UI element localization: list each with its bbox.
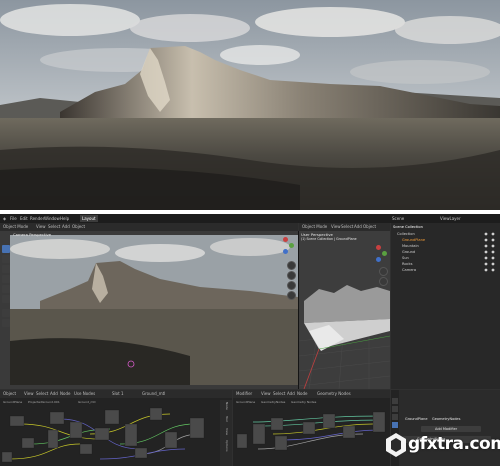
ne1-view[interactable]: View [24, 391, 34, 397]
ne1-tab-options[interactable]: Options [225, 440, 229, 452]
ne1-tab-node[interactable]: Node [225, 402, 229, 410]
ne1-tab-tool[interactable]: Tool [225, 416, 229, 422]
vr-zoom-icon[interactable] [379, 267, 388, 276]
tool-select-icon[interactable] [2, 245, 10, 253]
gfxtra-logo-icon [386, 433, 406, 457]
vr-object[interactable]: Object [363, 224, 376, 230]
viewport-camera[interactable]: Camera Perspective [0, 231, 299, 389]
vr-add[interactable]: Add [354, 224, 362, 230]
watermark-text: gfxtra.com [408, 434, 500, 454]
node-editor-1[interactable]: GroundPlane ProjectedGround.001 Ground_m… [0, 390, 232, 466]
menu-render[interactable]: Render [30, 215, 44, 222]
perspective-toggle-icon[interactable] [287, 291, 296, 300]
prop-object[interactable]: GroundPlane [405, 417, 427, 421]
vr-pan-icon[interactable] [379, 277, 388, 286]
viewport-user[interactable]: User Perspective (1) Scene Collection | … [299, 231, 390, 389]
gizmo-x-icon[interactable] [283, 237, 288, 242]
outliner-row[interactable]: Camera [402, 267, 416, 273]
ne2-select[interactable]: Select [273, 391, 285, 397]
tool-cursor-icon[interactable] [2, 255, 10, 263]
menu-file[interactable]: File [10, 215, 17, 222]
camera-view-icon[interactable] [287, 281, 296, 290]
gizmo-z-icon[interactable] [283, 249, 288, 254]
shader-node-graph[interactable] [0, 404, 220, 466]
ne1-node[interactable]: Node [60, 391, 70, 397]
vr-select[interactable]: Select [341, 224, 353, 230]
zoom-icon[interactable] [287, 261, 296, 270]
viewport-user-scene [299, 231, 390, 389]
workspace-tab-layout[interactable]: Layout [80, 215, 98, 222]
node-editor-2[interactable]: GroundPlane GeometryNodes Geometry Nodes [233, 390, 390, 466]
tool-move-icon[interactable] [2, 265, 10, 273]
geometry-node-graph[interactable] [233, 404, 390, 466]
vr-gizmo-x-icon[interactable] [376, 245, 381, 250]
output-props-icon[interactable] [392, 414, 398, 420]
ne1-use-nodes[interactable]: Use Nodes [74, 391, 95, 397]
rendered-image [0, 0, 500, 210]
tool-props-icon[interactable] [392, 398, 398, 404]
tool-annotate-icon[interactable] [2, 309, 10, 317]
ne1-select[interactable]: Select [36, 391, 48, 397]
ne2-add[interactable]: Add [287, 391, 295, 397]
tool-scale-icon[interactable] [2, 285, 10, 293]
outliner: Scene Collection Collection GroundPlane … [391, 223, 500, 389]
prop-modifier[interactable]: GeometryNodes [432, 417, 460, 421]
tool-transform-icon[interactable] [2, 295, 10, 303]
gizmo-y-icon[interactable] [289, 243, 294, 248]
watermark: gfxtra.com [372, 428, 500, 466]
ne2-tree[interactable]: Geometry Nodes [317, 391, 351, 397]
blender-logo-icon[interactable]: ◈ [3, 215, 6, 222]
tool-measure-icon[interactable] [2, 319, 10, 327]
visibility-eye-icon[interactable] [483, 231, 499, 275]
outliner-title[interactable]: Scene Collection [393, 224, 423, 230]
view-layer-selector[interactable]: ViewLayer [440, 215, 461, 222]
viewport-left-subheader: Global Default Snap Select Box [0, 223, 298, 236]
pan-icon[interactable] [287, 271, 296, 280]
ne1-add[interactable]: Add [50, 391, 58, 397]
vr-view[interactable]: View [331, 224, 341, 230]
node-editor-1-header: Object View Select Add Node Use Nodes Sl… [0, 390, 232, 398]
ne1-slot[interactable]: Slot 1 [112, 391, 123, 397]
render-props-icon[interactable] [392, 406, 398, 412]
vr-gizmo-y-icon[interactable] [382, 251, 387, 256]
node-editor-2-header: Modifier View Select Add Node Geometry N… [233, 390, 390, 398]
menu-edit[interactable]: Edit [20, 215, 28, 222]
ne1-tab-view[interactable]: View [225, 428, 229, 435]
vr-gizmo-z-icon[interactable] [376, 257, 381, 262]
top-bar: ◈ File Edit Render Window Help Layout Sc… [0, 214, 500, 223]
vl-overlay-title: Camera Perspective [13, 232, 52, 237]
ne2-modifier[interactable]: Modifier [236, 391, 252, 397]
ne2-view[interactable]: View [261, 391, 271, 397]
ne1-material[interactable]: Ground_mtl [142, 391, 165, 397]
menu-help[interactable]: Help [60, 215, 69, 222]
ne1-object[interactable]: Object [3, 391, 16, 397]
menu-window[interactable]: Window [44, 215, 60, 222]
ne1-sidebar-tabs: Node Tool View Options [220, 400, 232, 466]
scene-selector[interactable]: Scene [392, 215, 404, 222]
viewport-right-header: Object Mode View Select Add Object [299, 223, 390, 231]
vr-overlay-sub: (1) Scene Collection | GroundPlane [301, 237, 357, 241]
ne2-node[interactable]: Node [297, 391, 307, 397]
vr-mode[interactable]: Object Mode [302, 224, 327, 230]
tool-rotate-icon[interactable] [2, 275, 10, 283]
viewport-camera-scene [0, 231, 298, 389]
render-landscape [0, 0, 500, 210]
